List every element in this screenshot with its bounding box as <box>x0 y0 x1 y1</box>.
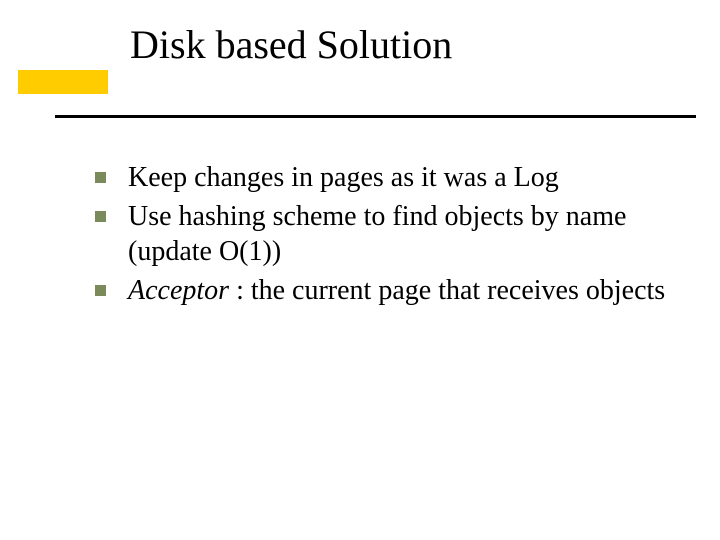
list-item: Acceptor : the current page that receive… <box>95 273 690 308</box>
slide-body: Keep changes in pages as it was a Log Us… <box>95 160 690 312</box>
list-item-text: Acceptor : the current page that receive… <box>128 273 665 308</box>
slide-title: Disk based Solution <box>130 22 680 68</box>
square-bullet-icon <box>95 285 106 296</box>
slide: Disk based Solution Keep changes in page… <box>0 0 720 540</box>
list-item: Use hashing scheme to find objects by na… <box>95 199 690 269</box>
square-bullet-icon <box>95 211 106 222</box>
title-area: Disk based Solution <box>0 0 720 68</box>
square-bullet-icon <box>95 172 106 183</box>
emphasis: Acceptor <box>128 275 229 306</box>
list-item-rest: : the current page that receives objects <box>229 275 665 306</box>
title-underline <box>55 115 696 118</box>
list-item-text: Use hashing scheme to find objects by na… <box>128 199 690 269</box>
list-item-text: Keep changes in pages as it was a Log <box>128 160 559 195</box>
list-item: Keep changes in pages as it was a Log <box>95 160 690 195</box>
accent-bar <box>18 70 108 94</box>
